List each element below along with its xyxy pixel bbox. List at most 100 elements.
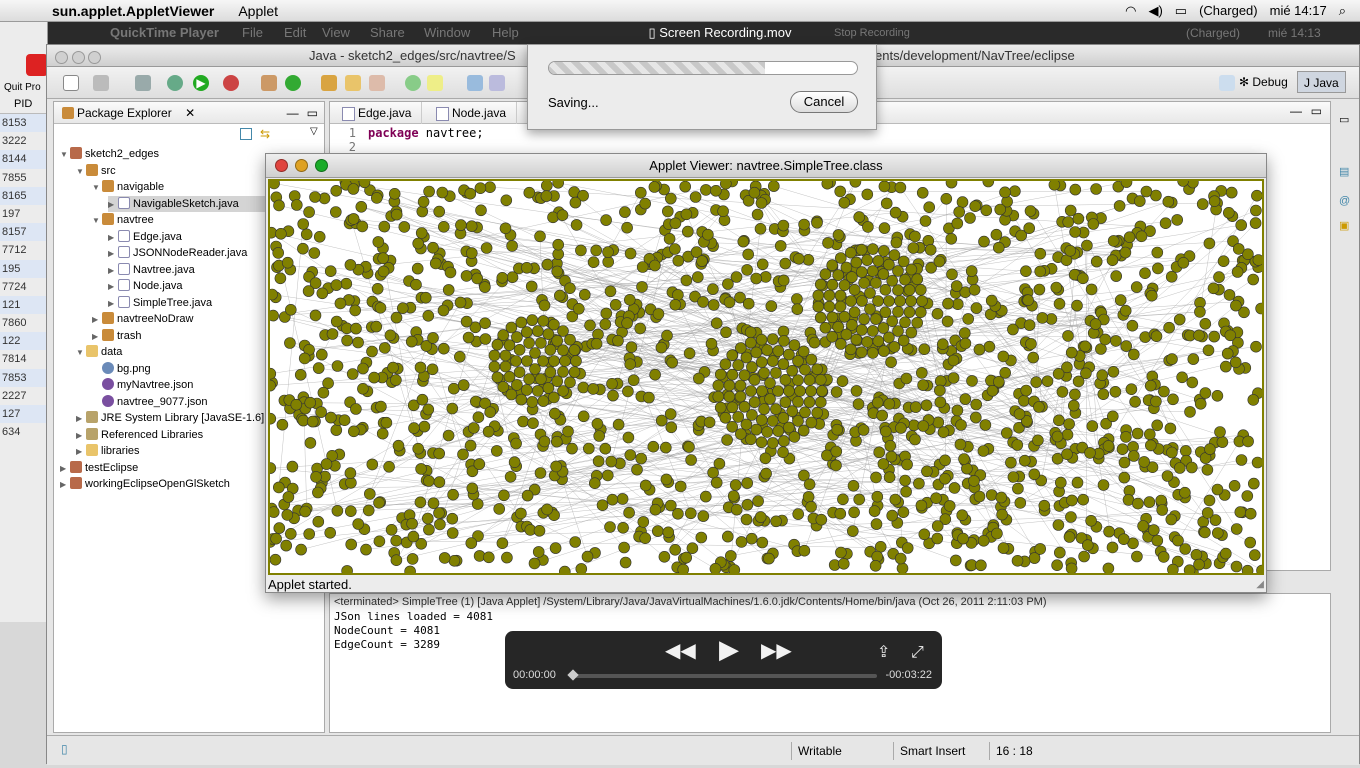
package-explorer-tab[interactable]: Package Explorer ✕ ▭ — xyxy=(54,102,324,124)
pid-row[interactable]: 7712 xyxy=(0,241,47,259)
rewind-icon[interactable]: ◀◀ xyxy=(665,639,696,663)
show-whitespace-icon[interactable] xyxy=(467,75,483,91)
minimize-view-icon[interactable]: — xyxy=(287,102,299,124)
at-icon[interactable]: @ xyxy=(1339,195,1350,207)
tree-item[interactable]: ▼ src xyxy=(76,163,116,179)
pid-row[interactable]: 195 xyxy=(0,259,47,278)
minimize-button[interactable] xyxy=(71,51,85,64)
tree-toggle-icon[interactable]: ▼ xyxy=(92,213,102,229)
java-perspective-button[interactable]: J Java xyxy=(1297,71,1346,93)
search-icon[interactable] xyxy=(369,75,385,91)
pid-row[interactable]: 7724 xyxy=(0,278,47,296)
highlight-icon[interactable] xyxy=(427,75,443,91)
toggle-mark-icon[interactable] xyxy=(405,75,421,91)
tree-toggle-icon[interactable]: ▼ xyxy=(92,180,102,196)
external-tools-icon[interactable] xyxy=(223,75,239,91)
run-icon[interactable]: ▶ xyxy=(193,75,209,91)
pid-row[interactable]: 122 xyxy=(0,332,47,351)
tree-toggle-icon[interactable]: ▶ xyxy=(92,329,102,345)
applet-menu[interactable]: Applet xyxy=(226,3,290,19)
tree-toggle-icon[interactable]: ▶ xyxy=(60,477,70,493)
pid-row[interactable]: 8144 xyxy=(0,150,47,169)
pid-row[interactable]: 7860 xyxy=(0,314,47,332)
tree-item[interactable]: ▶ navtreeNoDraw xyxy=(92,311,193,327)
tab-node-java[interactable]: Node.java xyxy=(428,102,518,124)
tree-item[interactable]: ▶ JSONNodeReader.java xyxy=(108,245,247,261)
tree-item[interactable]: ▶ SimpleTree.java xyxy=(108,295,212,311)
tree-item[interactable]: ▶ trash xyxy=(92,328,141,344)
tree-toggle-icon[interactable]: ▶ xyxy=(108,296,118,312)
resize-grip-icon[interactable]: ◢ xyxy=(1256,579,1264,590)
pid-row[interactable]: 3222 xyxy=(0,132,47,150)
tree-item[interactable]: ▶ JRE System Library [JavaSE-1.6] xyxy=(76,410,264,426)
zoom-button[interactable] xyxy=(315,159,328,172)
cancel-button[interactable]: Cancel xyxy=(790,91,858,113)
debug-icon[interactable] xyxy=(167,75,183,91)
close-view-icon[interactable]: ✕ xyxy=(185,106,195,120)
tree-toggle-icon[interactable]: ▼ xyxy=(76,164,86,180)
quit-process-label[interactable]: Quit Pro xyxy=(4,82,41,93)
play-icon[interactable]: ▶ xyxy=(719,636,739,662)
fullscreen-icon[interactable]: ⤢ xyxy=(911,641,924,665)
tree-toggle-icon[interactable]: ▶ xyxy=(108,230,118,246)
pid-row[interactable]: 127 xyxy=(0,405,47,424)
tree-toggle-icon[interactable]: ▶ xyxy=(76,411,86,427)
app-menu[interactable]: sun.applet.AppletViewer xyxy=(40,3,226,19)
maximize-view-icon[interactable]: ▭ xyxy=(307,102,318,124)
minimize-button[interactable] xyxy=(295,159,308,172)
tree-toggle-icon[interactable]: ▶ xyxy=(108,246,118,262)
scrubber-track[interactable] xyxy=(567,669,877,681)
tree-item[interactable]: ▶ workingEclipseOpenGlSketch xyxy=(60,476,230,492)
battery-icon[interactable]: ▭ xyxy=(1175,3,1187,19)
pid-row[interactable]: 2227 xyxy=(0,387,47,405)
pid-column-header[interactable]: PID xyxy=(0,98,47,114)
print-icon[interactable] xyxy=(135,75,151,91)
new-class-icon[interactable] xyxy=(285,75,301,91)
close-button[interactable] xyxy=(275,159,288,172)
tree-toggle-icon[interactable]: ▶ xyxy=(108,279,118,295)
pid-row[interactable]: 7814 xyxy=(0,350,47,368)
tree-item[interactable]: ▶ Edge.java xyxy=(108,229,182,245)
tree-item[interactable]: ▼ navtree xyxy=(92,212,154,228)
pid-row[interactable]: 634 xyxy=(0,423,47,441)
pid-row[interactable]: 7853 xyxy=(0,368,47,387)
volume-icon[interactable]: ◀) xyxy=(1148,3,1162,19)
link-editor-icon[interactable]: ⇆ xyxy=(260,127,270,141)
pid-row[interactable]: 8157 xyxy=(0,223,47,242)
debug-perspective-button[interactable]: ✻ Debug xyxy=(1239,75,1288,89)
tree-toggle-icon[interactable]: ▶ xyxy=(76,444,86,460)
save-icon[interactable] xyxy=(93,75,109,91)
applet-titlebar[interactable]: Applet Viewer: navtree.SimpleTree.class xyxy=(266,154,1266,178)
wifi-icon[interactable]: ◠ xyxy=(1125,3,1136,19)
quit-process-icon[interactable] xyxy=(26,54,48,76)
tree-toggle-icon[interactable]: ▼ xyxy=(60,147,70,163)
tree-item[interactable]: bg.png xyxy=(92,361,151,377)
applet-canvas[interactable] xyxy=(264,175,1268,579)
editor-minimize-icon[interactable]: — xyxy=(1290,104,1302,118)
tree-item[interactable]: ▶ libraries xyxy=(76,443,140,459)
pid-row[interactable]: 8153 xyxy=(0,114,47,133)
tree-item[interactable]: ▼ sketch2_edges xyxy=(60,146,159,162)
fast-view-icon[interactable]: ▯ xyxy=(61,742,68,756)
open-type-icon[interactable] xyxy=(321,75,337,91)
restore-icon[interactable]: ▭ xyxy=(1339,113,1349,126)
tree-item[interactable]: navtree_9077.json xyxy=(92,394,208,410)
pid-row[interactable]: 197 xyxy=(0,205,47,223)
tab-edge-java[interactable]: Edge.java xyxy=(334,102,423,124)
pid-row[interactable]: 7855 xyxy=(0,169,47,187)
paragraph-icon[interactable] xyxy=(489,75,505,91)
tree-toggle-icon[interactable]: ▶ xyxy=(92,312,102,328)
zoom-button[interactable] xyxy=(88,51,102,64)
playhead[interactable] xyxy=(567,669,579,681)
editor-maximize-icon[interactable]: ▭ xyxy=(1311,104,1322,118)
new-package-icon[interactable] xyxy=(261,75,277,91)
tree-item[interactable]: myNavtree.json xyxy=(92,377,193,393)
close-button[interactable] xyxy=(55,51,68,64)
tree-toggle-icon[interactable]: ▶ xyxy=(76,428,86,444)
task-icon[interactable]: ▣ xyxy=(1339,219,1349,232)
open-folder-icon[interactable] xyxy=(345,75,361,91)
view-menu-icon[interactable]: ▽ xyxy=(310,126,318,137)
outline-icon[interactable]: ▤ xyxy=(1339,165,1349,178)
tree-item[interactable]: ▼ navigable xyxy=(92,179,164,195)
pid-row[interactable]: 121 xyxy=(0,295,47,315)
